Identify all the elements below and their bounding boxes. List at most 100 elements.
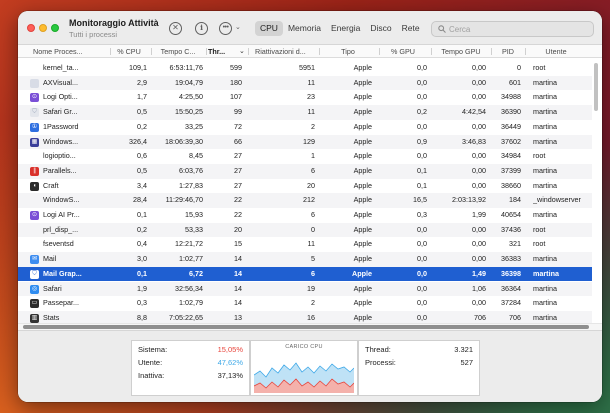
table-row[interactable]: ▭ Passepar... 0,3 1:02,79 14 2 Apple 0,0 0,00 372… bbox=[18, 296, 592, 311]
column-header-user[interactable]: Utente bbox=[528, 45, 584, 58]
cell-pid: 321 bbox=[509, 239, 521, 249]
cell-type: Apple bbox=[353, 92, 372, 102]
inspect-process-button[interactable]: i bbox=[195, 22, 208, 35]
tab-energia[interactable]: Energia bbox=[326, 21, 365, 36]
column-divider[interactable] bbox=[431, 48, 432, 55]
column-header-gpu-time[interactable]: Tempo GPU bbox=[435, 45, 487, 58]
cell-wakeups: 2 bbox=[311, 298, 315, 308]
cell-cpu: 0,6 bbox=[137, 151, 147, 161]
column-divider[interactable] bbox=[248, 48, 249, 55]
stop-process-button[interactable]: ✕ bbox=[169, 22, 182, 35]
cell-cpu: 0,3 bbox=[137, 298, 147, 308]
column-divider[interactable] bbox=[525, 48, 526, 55]
close-window-button[interactable] bbox=[27, 24, 35, 32]
table-row[interactable]: ∥ Parallels... 0,5 6:03,76 27 6 Apple 0,1 0,00 37… bbox=[18, 163, 592, 179]
cell-cpu: 3,4 bbox=[137, 180, 147, 190]
cell-time: 15:50,25 bbox=[175, 107, 203, 117]
cell-gpu: 0,0 bbox=[417, 121, 427, 131]
shield-icon: ⛉ bbox=[30, 269, 39, 279]
column-header-cpu-time[interactable]: Tempo C... bbox=[153, 45, 203, 58]
cell-gputime: 0,00 bbox=[472, 151, 486, 161]
cell-name: prl_disp_... bbox=[43, 224, 79, 234]
cell-type: Apple bbox=[353, 195, 372, 205]
cell-pid: 36364 bbox=[501, 283, 521, 293]
cell-cpu: 3,0 bbox=[137, 254, 147, 264]
search-input[interactable] bbox=[449, 23, 589, 35]
cell-wakeups: 20 bbox=[307, 180, 315, 190]
processes-value: 527 bbox=[460, 358, 473, 367]
column-divider[interactable] bbox=[151, 48, 152, 55]
cell-gputime: 0,00 bbox=[472, 298, 486, 308]
tab-memoria[interactable]: Memoria bbox=[283, 21, 326, 36]
table-row[interactable]: ✉ Mail 3,0 1:02,77 14 5 Apple 0,0 0,00 36383 marti… bbox=[18, 252, 592, 267]
user-label: Utente: bbox=[138, 358, 163, 367]
cell-threads: 22 bbox=[234, 195, 242, 205]
cell-cpu: 0,1 bbox=[137, 268, 147, 278]
tab-rete[interactable]: Rete bbox=[397, 21, 425, 36]
craft-icon: ◖ bbox=[30, 181, 39, 191]
tab-cpu[interactable]: CPU bbox=[255, 21, 283, 36]
cell-threads: 14 bbox=[234, 268, 242, 278]
horizontal-scrollbar[interactable] bbox=[18, 323, 602, 330]
vertical-scrollbar[interactable] bbox=[593, 61, 599, 326]
table-row[interactable]: logioptio... 0,6 8,45 27 1 Apple 0,0 0,00 34984 r… bbox=[18, 149, 592, 164]
column-header-name[interactable]: Nome Proces... bbox=[33, 45, 93, 58]
table-row[interactable]: fseventsd 0,4 12:21,72 15 11 Apple 0,0 0,00 321 r… bbox=[18, 237, 592, 252]
cell-pid: 37284 bbox=[501, 298, 521, 308]
table-row[interactable]: ◖ Craft 3,4 1:27,83 27 20 Apple 0,1 0,00 38660 mar… bbox=[18, 179, 592, 194]
cell-gputime: 1,49 bbox=[472, 268, 486, 278]
cell-name: Safari bbox=[43, 283, 62, 293]
cell-gputime: 0,00 bbox=[472, 92, 486, 102]
cell-user: martina bbox=[533, 136, 557, 146]
minimize-window-button[interactable] bbox=[39, 24, 47, 32]
column-header-type[interactable]: Tipo bbox=[320, 45, 376, 58]
table-row[interactable]: ▦ Windows... 326,4 18:06:39,30 66 129 Apple 0,9… bbox=[18, 134, 592, 150]
cell-gpu: 0,1 bbox=[417, 165, 427, 175]
scrollbar-thumb[interactable] bbox=[594, 63, 598, 111]
column-divider[interactable] bbox=[206, 48, 207, 55]
scrollbar-thumb[interactable] bbox=[23, 325, 589, 329]
table-row[interactable]: ◎ Safari 1,9 32:56,34 14 19 Apple 0,0 1,06 36364 m… bbox=[18, 281, 592, 297]
column-header-gpu[interactable]: % GPU bbox=[381, 45, 425, 58]
cell-name: Craft bbox=[43, 180, 59, 190]
column-header-threads[interactable]: Thr... bbox=[208, 45, 233, 58]
column-header-pid[interactable]: PID bbox=[495, 45, 521, 58]
zoom-window-button[interactable] bbox=[51, 24, 59, 32]
cell-pid: 37602 bbox=[501, 136, 521, 146]
sort-descending-icon[interactable]: ⌄ bbox=[239, 45, 245, 58]
cell-gpu: 0,9 bbox=[417, 136, 427, 146]
cell-wakeups: 11 bbox=[307, 107, 315, 117]
column-divider[interactable] bbox=[491, 48, 492, 55]
column-header-wakeups[interactable]: Riattivazioni d... bbox=[255, 45, 317, 58]
cell-wakeups: 0 bbox=[311, 224, 315, 234]
table-row[interactable]: ⊙ Logi Opti... 1,7 4:25,50 107 23 Apple 0,0 0,00… bbox=[18, 90, 592, 105]
cell-gputime: 0,00 bbox=[472, 77, 486, 87]
table-row[interactable]: kernel_ta... 109,1 6:53:11,76 599 5951 Apple 0… bbox=[18, 61, 592, 76]
cell-type: Apple bbox=[353, 224, 372, 234]
cell-time: 4:25,50 bbox=[179, 92, 203, 102]
parallels-icon: ∥ bbox=[30, 166, 39, 176]
cell-user: martina bbox=[533, 107, 557, 117]
tab-disco[interactable]: Disco bbox=[365, 21, 396, 36]
table-row[interactable]: ⛉ Safari Gr... 0,5 15:50,25 99 11 Apple 0,2 4:42… bbox=[18, 105, 592, 120]
table-row[interactable]: ⛉ Mail Grap... 0,1 6,72 14 6 Apple 0,0 1,49 36398… bbox=[18, 266, 592, 282]
more-actions-button[interactable]: ••• bbox=[219, 22, 232, 35]
cell-gpu: 0,0 bbox=[417, 298, 427, 308]
column-header-cpu[interactable]: % CPU bbox=[111, 45, 147, 58]
cell-wakeups: 5 bbox=[311, 254, 315, 264]
table-row[interactable]: prl_disp_... 0,2 53,33 20 0 Apple 0,0 0,00 37436… bbox=[18, 222, 592, 238]
table-row[interactable]: WindowS... 28,4 11:29:46,70 22 212 Apple 16,5 2… bbox=[18, 193, 592, 208]
cell-gputime: 0,00 bbox=[472, 239, 486, 249]
cell-threads: 15 bbox=[234, 239, 242, 249]
cpu-summary-panel: Sistema: 15,05% Utente: 47,62% Inattiva:… bbox=[18, 330, 602, 402]
table-row[interactable]: ⊙ Logi AI Pr... 0,1 15,93 22 6 Apple 0,3 1,99 406… bbox=[18, 208, 592, 223]
cell-type: Apple bbox=[353, 77, 372, 87]
chevron-down-icon[interactable]: ⌄ bbox=[235, 23, 241, 31]
cell-user: root bbox=[533, 239, 546, 249]
cell-user: martina bbox=[533, 165, 557, 175]
table-row[interactable]: AXVisual... 2,9 19:04,79 180 11 Apple 0,0 0,00 6… bbox=[18, 75, 592, 91]
column-divider[interactable] bbox=[379, 48, 380, 55]
cell-user: root bbox=[533, 63, 546, 72]
search-field[interactable] bbox=[431, 21, 594, 37]
table-row[interactable]: ① 1Password 0,2 33,25 72 2 Apple 0,0 0,00 36449 ma… bbox=[18, 120, 592, 135]
